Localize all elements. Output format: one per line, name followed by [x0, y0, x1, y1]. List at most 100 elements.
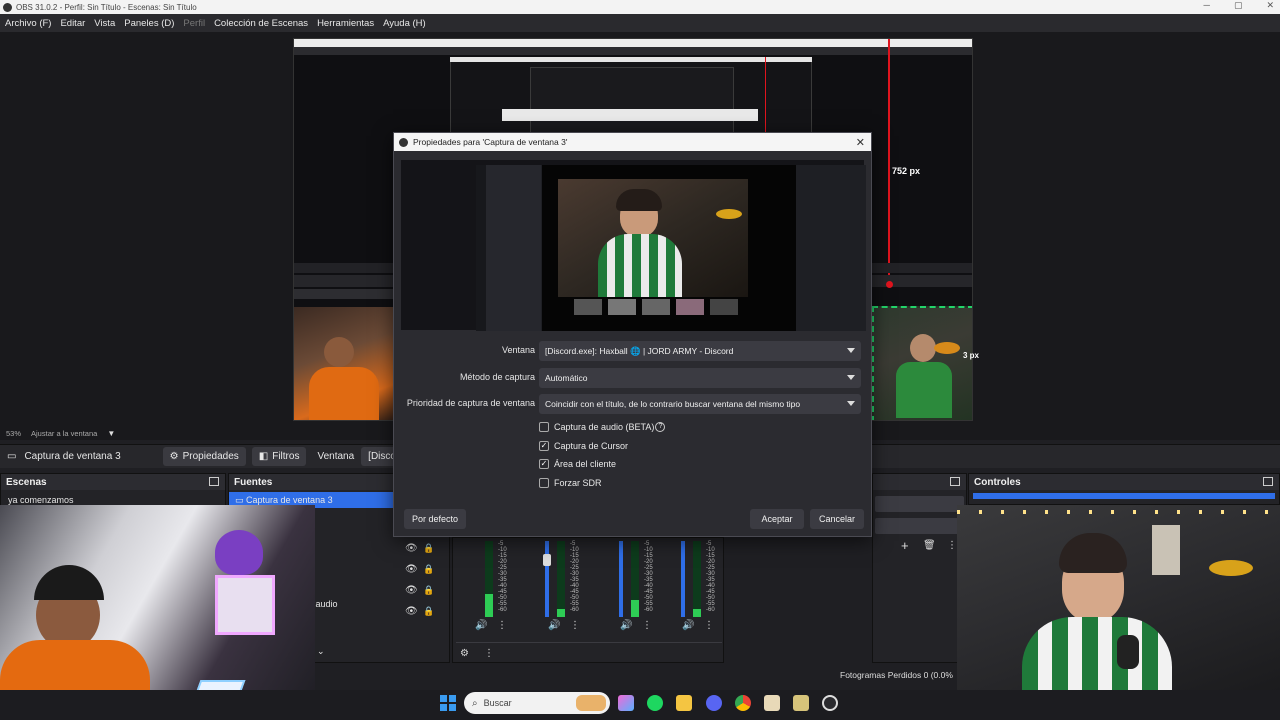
webcam-overlay-left — [0, 505, 315, 720]
more-icon[interactable]: ⋮ — [570, 620, 580, 631]
capture-priority-select[interactable]: Coincidir con el título, de lo contrario… — [539, 394, 861, 414]
chevron-down-icon — [847, 401, 855, 406]
channel-3-fader[interactable] — [619, 541, 623, 617]
channel-2-fader[interactable] — [545, 541, 549, 617]
scale-tick: -60 — [706, 607, 715, 613]
undock-icon[interactable] — [950, 477, 960, 486]
scale-tick: -60 — [570, 607, 579, 613]
force-sdr-checkbox-row[interactable]: Forzar SDR — [539, 475, 602, 490]
speaker-icon[interactable]: 🔊 — [548, 620, 560, 631]
undock-icon[interactable] — [1263, 477, 1273, 486]
client-area-checkbox[interactable]: ✓ — [539, 458, 549, 469]
copilot-icon[interactable] — [618, 695, 634, 711]
client-area-checkbox-row[interactable]: ✓ Área del cliente — [539, 456, 616, 471]
webcam-overlay-right — [957, 505, 1280, 720]
close-window-button[interactable]: ✕ — [1266, 0, 1274, 11]
capture-method-label: Método de captura — [459, 372, 535, 382]
help-icon[interactable]: ? — [655, 421, 666, 432]
chevron-down-icon[interactable]: ▼ — [107, 429, 115, 438]
capture-audio-checkbox[interactable] — [539, 421, 549, 432]
transition-select[interactable] — [875, 496, 964, 512]
maximize-button[interactable]: ▢ — [1234, 0, 1243, 11]
menu-tools[interactable]: Herramientas — [317, 18, 374, 29]
obs-logo-icon — [399, 137, 408, 147]
pc-case — [215, 575, 275, 635]
channel-4-fader[interactable] — [681, 541, 685, 617]
speaker-icon[interactable]: 🔊 — [475, 620, 487, 631]
minimize-button[interactable]: ─ — [1204, 0, 1210, 11]
undock-icon[interactable] — [209, 477, 219, 486]
fader-handle[interactable] — [543, 554, 551, 566]
zoom-bar: 53% Ajustar a la ventana ▼ — [0, 426, 390, 440]
lock-icon[interactable]: 🔒 — [423, 538, 434, 559]
lock-icon[interactable]: 🔒 — [423, 580, 434, 601]
taskbar — [0, 690, 1280, 720]
lock-icon[interactable]: 🔒 — [423, 559, 434, 580]
channel-1-level — [485, 594, 493, 617]
ghost-figure — [215, 530, 263, 575]
cancel-button[interactable]: Cancelar — [810, 509, 864, 529]
accept-button[interactable]: Aceptar — [750, 509, 804, 529]
mixer-settings-icon[interactable]: ⚙ — [460, 648, 469, 659]
duration-input[interactable] — [875, 518, 964, 534]
start-streaming-button[interactable] — [973, 493, 1275, 499]
dialog-title: Propiedades para 'Captura de ventana 3' — [413, 137, 568, 147]
app-icon[interactable] — [793, 695, 809, 711]
menu-help[interactable]: Ayuda (H) — [383, 18, 426, 29]
chevron-down-icon[interactable]: ⌄ — [317, 646, 325, 657]
capture-priority-field: Prioridad de captura de ventana Coincidi… — [394, 394, 873, 414]
taskbar-search[interactable]: ⌕ Buscar — [464, 692, 610, 714]
channel-3-level — [631, 600, 639, 617]
more-icon[interactable]: ⋮ — [704, 620, 714, 631]
microphone — [1117, 635, 1139, 669]
capture-cursor-checkbox-row[interactable]: ✓ Captura de Cursor — [539, 438, 628, 453]
more-icon[interactable]: ⋮ — [497, 620, 507, 631]
force-sdr-checkbox[interactable] — [539, 477, 549, 488]
speaker-icon[interactable]: 🔊 — [620, 620, 632, 631]
string-lights — [957, 510, 1280, 514]
filters-button[interactable]: ◧ Filtros — [251, 447, 307, 466]
chevron-down-icon — [847, 375, 855, 380]
capture-audio-checkbox-row[interactable]: Captura de audio (BETA) ? — [539, 419, 666, 434]
defaults-button[interactable]: Por defecto — [404, 509, 466, 529]
scene-item[interactable]: ya comenzamos — [1, 490, 225, 505]
lock-icon[interactable]: 🔒 — [423, 601, 434, 622]
menu-file[interactable]: Archivo (F) — [5, 18, 51, 29]
gear-icon: ⚙ — [169, 451, 179, 462]
capture-cursor-checkbox[interactable]: ✓ — [539, 440, 549, 451]
chrome-icon[interactable] — [735, 695, 751, 711]
menu-bar: Archivo (F) Editar Vista Paneles (D) Per… — [0, 14, 1280, 32]
eye-icon[interactable]: 👁 — [405, 538, 418, 559]
windows-start-icon[interactable] — [440, 695, 456, 711]
search-highlight-icon — [576, 695, 606, 711]
menu-scene-collection[interactable]: Colección de Escenas — [214, 18, 308, 29]
more-icon[interactable]: ⋮ — [947, 540, 957, 551]
eye-icon[interactable]: 👁 — [405, 559, 418, 580]
fit-to-window-select[interactable]: Ajustar a la ventana — [31, 429, 97, 438]
menu-docks[interactable]: Paneles (D) — [124, 18, 174, 29]
document-icon[interactable] — [764, 695, 780, 711]
capture-method-select[interactable]: Automático — [539, 368, 861, 388]
properties-button[interactable]: ⚙ Propiedades — [162, 447, 246, 466]
menu-view[interactable]: Vista — [94, 18, 115, 29]
selected-source-outline[interactable] — [872, 306, 972, 420]
more-icon[interactable]: ⋮ — [642, 620, 652, 631]
spotify-icon[interactable] — [647, 695, 663, 711]
window-select[interactable]: [Discord.exe]: Haxball 🌐 | JORD ARMY - D… — [539, 341, 861, 361]
menu-profile[interactable]: Perfil — [183, 18, 205, 29]
window-capture-icon: ▭ — [235, 495, 247, 505]
discord-icon[interactable] — [706, 695, 722, 711]
menu-edit[interactable]: Editar — [60, 18, 85, 29]
obs-taskbar-icon[interactable] — [822, 695, 838, 711]
window-field: Ventana [Discord.exe]: Haxball 🌐 | JORD … — [394, 341, 873, 361]
file-explorer-icon[interactable] — [676, 695, 692, 711]
add-transition-icon[interactable]: + — [901, 538, 909, 553]
close-icon[interactable]: ✕ — [856, 136, 865, 149]
properties-dialog: Propiedades para 'Captura de ventana 3' … — [393, 132, 872, 537]
more-icon[interactable]: ⋮ — [484, 648, 494, 659]
trash-icon[interactable]: 🗑 — [923, 540, 936, 551]
speaker-icon[interactable]: 🔊 — [682, 620, 694, 631]
eye-icon[interactable]: 👁 — [405, 580, 418, 601]
window-field-label: Ventana — [501, 345, 535, 355]
eye-icon[interactable]: 👁 — [405, 601, 418, 622]
